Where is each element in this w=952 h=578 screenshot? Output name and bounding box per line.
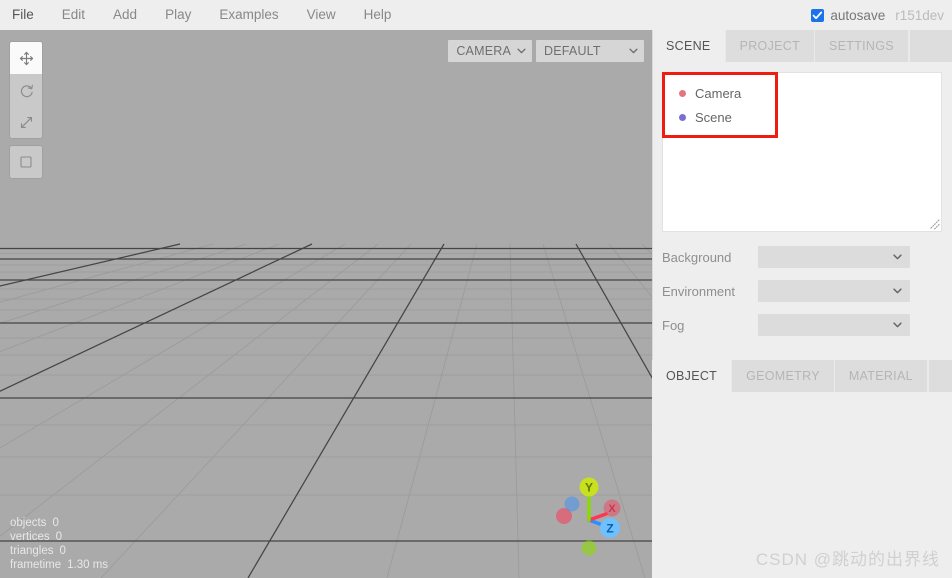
outliner-resize-handle[interactable] <box>926 216 940 230</box>
rotate-icon <box>20 84 33 97</box>
property-row-environment: Environment <box>662 280 942 302</box>
select-tool-group <box>10 146 42 178</box>
square-outline-icon <box>20 156 32 168</box>
sidebar-bottom-tabs: OBJECT GEOMETRY MATERIAL <box>652 360 952 392</box>
tab-settings[interactable]: SETTINGS <box>815 30 909 62</box>
environment-select[interactable] <box>758 280 910 302</box>
scene-outliner[interactable]: Camera Scene <box>662 72 942 232</box>
stat-vertices-value: 0 <box>55 531 63 543</box>
stat-objects-value: 0 <box>52 517 59 529</box>
axis-helper-gizmo[interactable]: X Y Z <box>546 466 638 558</box>
stat-triangles: triangles 0 <box>10 544 108 558</box>
bottom-tabstrip-filler <box>927 360 952 392</box>
z-negative-handle[interactable] <box>564 496 580 512</box>
menu-bar: File Edit Add Play Examples View Help au… <box>0 0 952 30</box>
sidebar-panel: SCENE PROJECT SETTINGS Camera Scene Back… <box>652 30 952 578</box>
menu-bar-right: autosave r151dev <box>811 0 944 30</box>
stat-objects: objects 0 <box>10 516 108 530</box>
stat-vertices: vertices 0 <box>10 530 108 544</box>
tab-material[interactable]: MATERIAL <box>834 360 928 392</box>
stat-vertices-label: vertices <box>10 531 50 543</box>
tab-object[interactable]: OBJECT <box>652 360 733 392</box>
fog-label: Fog <box>662 317 685 333</box>
rotate-tool-button[interactable] <box>10 74 42 106</box>
chevron-down-icon <box>517 48 526 54</box>
tabstrip-filler <box>908 30 952 62</box>
chevron-down-icon <box>629 48 638 54</box>
z-axis-label: Z <box>606 522 613 536</box>
property-row-background: Background <box>662 246 942 268</box>
viewport-stats: objects 0 vertices 0 triangles 0 frametime 1… <box>10 516 108 572</box>
stat-objects-label: objects <box>10 517 47 529</box>
camera-select[interactable]: CAMERA <box>448 40 532 62</box>
watermark: CSDN @跳动的出界线 <box>755 550 940 569</box>
autosave-checkbox[interactable] <box>811 8 825 22</box>
shading-select[interactable]: DEFAULT <box>536 40 644 62</box>
x-axis-label: X <box>608 503 616 515</box>
sidebar-top-tabs: SCENE PROJECT SETTINGS <box>652 30 952 62</box>
outliner-item-camera[interactable]: Camera <box>663 81 941 105</box>
viewport-select-group: CAMERA DEFAULT <box>448 40 644 62</box>
transform-tool-group <box>10 42 42 138</box>
scene-type-dot <box>679 113 686 121</box>
editor-app: File Edit Add Play Examples View Help au… <box>0 0 952 578</box>
outliner-item-scene[interactable]: Scene <box>663 105 941 129</box>
menu-edit[interactable]: Edit <box>48 0 99 30</box>
menu-examples[interactable]: Examples <box>205 0 292 30</box>
menu-add[interactable]: Add <box>99 0 151 30</box>
camera-select-value: CAMERA <box>456 44 511 58</box>
y-negative-handle[interactable] <box>581 540 597 556</box>
tab-project[interactable]: PROJECT <box>725 30 816 62</box>
bounding-box-tool-button[interactable] <box>10 146 42 178</box>
scale-tool-button[interactable] <box>10 106 42 138</box>
menu-file[interactable]: File <box>0 0 48 30</box>
autosave-label: autosave <box>830 7 886 23</box>
translate-tool-button[interactable] <box>10 42 42 74</box>
x-axis-line <box>587 512 608 522</box>
stat-triangles-label: triangles <box>10 545 54 557</box>
chevron-down-icon <box>893 288 902 294</box>
background-label: Background <box>662 249 732 265</box>
check-icon <box>813 11 823 19</box>
viewport-3d[interactable]: CAMERA DEFAULT X Y Z objects 0 vertices … <box>0 30 652 578</box>
stat-frametime-value: 1.30 ms <box>67 559 109 571</box>
camera-type-dot <box>679 89 686 97</box>
menu-view[interactable]: View <box>293 0 350 30</box>
shading-select-value: DEFAULT <box>544 44 601 58</box>
y-axis-label: Y <box>585 481 593 495</box>
outliner-wrapper: Camera Scene <box>662 72 942 232</box>
outliner-item-camera-label: Camera <box>695 85 742 101</box>
stat-frametime-label: frametime <box>10 559 62 571</box>
version-label: r151dev <box>895 7 944 23</box>
scene-properties: Background Environment Fog <box>662 246 942 336</box>
tab-geometry[interactable]: GEOMETRY <box>732 360 835 392</box>
fog-select[interactable] <box>758 314 910 336</box>
translate-icon <box>19 51 33 65</box>
environment-label: Environment <box>662 283 735 299</box>
stat-frametime: frametime 1.30 ms <box>10 558 108 572</box>
stat-triangles-value: 0 <box>59 545 66 557</box>
property-row-fog: Fog <box>662 314 942 336</box>
menu-help[interactable]: Help <box>350 0 406 30</box>
chevron-down-icon <box>893 322 902 328</box>
transform-toolbar <box>10 42 42 178</box>
menu-play[interactable]: Play <box>151 0 205 30</box>
bottom-tabstrip: OBJECT GEOMETRY MATERIAL <box>652 360 952 392</box>
scale-icon <box>20 116 32 128</box>
chevron-down-icon <box>893 254 902 260</box>
background-select[interactable] <box>758 246 910 268</box>
outliner-item-scene-label: Scene <box>695 109 732 125</box>
tab-scene[interactable]: SCENE <box>652 30 726 62</box>
